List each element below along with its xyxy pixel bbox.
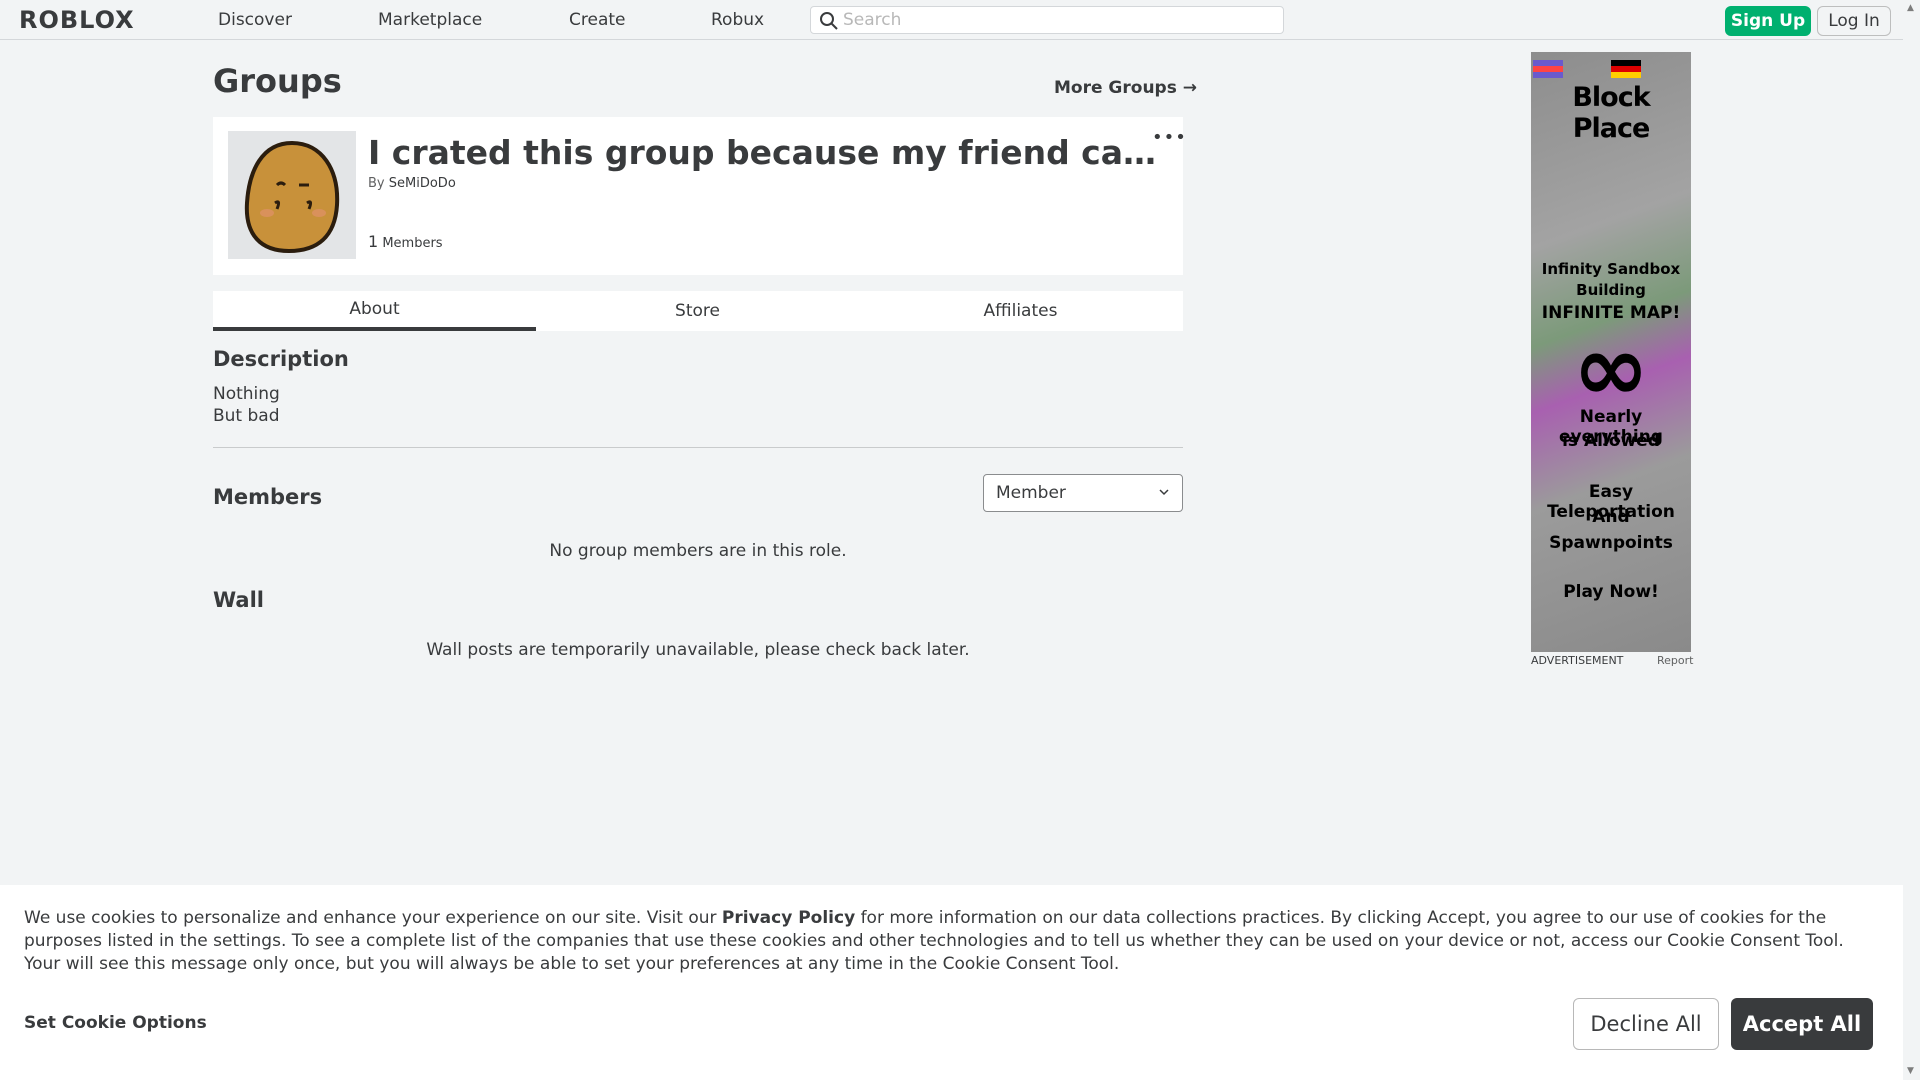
ad-line: is Allowed bbox=[1562, 431, 1660, 451]
cookie-banner: We use cookies to personalize and enhanc… bbox=[0, 885, 1903, 1080]
no-members-message: No group members are in this role. bbox=[549, 541, 847, 561]
wall-title: Wall bbox=[213, 588, 264, 612]
member-count-label: Members bbox=[382, 236, 443, 251]
page-scrollbar[interactable]: ▲ ▼ bbox=[1903, 0, 1920, 1080]
owner-link[interactable]: SeMiDoDo bbox=[389, 176, 456, 191]
ad-caption: ADVERTISEMENT bbox=[1531, 654, 1624, 667]
cookie-text-part: We use cookies to personalize and enhanc… bbox=[24, 908, 722, 928]
top-nav: ROBLOX Discover Marketplace Create Robux… bbox=[0, 0, 1920, 40]
role-selected-value: Member bbox=[996, 483, 1066, 503]
member-count-value: 1 bbox=[368, 232, 379, 251]
potato-emblem-icon bbox=[244, 140, 340, 254]
ad-line: Spawnpoints bbox=[1549, 533, 1673, 553]
members-title: Members bbox=[213, 485, 323, 509]
signup-button[interactable]: Sign Up bbox=[1725, 6, 1811, 36]
description-title: Description bbox=[213, 347, 349, 371]
ad-line: Building bbox=[1576, 281, 1646, 299]
description-line: Nothing bbox=[213, 384, 280, 404]
nav-discover[interactable]: Discover bbox=[218, 10, 292, 30]
page-title: Groups bbox=[213, 62, 342, 100]
search-box[interactable] bbox=[810, 6, 1284, 34]
group-owner: By SeMiDoDo bbox=[368, 176, 456, 191]
flag-icon bbox=[1611, 60, 1641, 78]
description-text: Nothing But bad bbox=[213, 383, 280, 427]
scroll-down-icon[interactable]: ▼ bbox=[1907, 1066, 1914, 1076]
tab-about[interactable]: About bbox=[213, 291, 536, 331]
tab-store[interactable]: Store bbox=[536, 291, 859, 331]
ad-line: Infinity Sandbox bbox=[1541, 260, 1681, 278]
nav-marketplace[interactable]: Marketplace bbox=[378, 10, 482, 30]
group-member-count: 1 Members bbox=[368, 232, 443, 251]
owner-prefix: By bbox=[368, 176, 385, 191]
nav-robux[interactable]: Robux bbox=[711, 10, 764, 30]
group-header-card: I crated this group because my friend ca… bbox=[213, 117, 1186, 275]
search-icon bbox=[820, 12, 838, 30]
tab-affiliates[interactable]: Affiliates bbox=[859, 291, 1182, 331]
more-groups-link[interactable]: More Groups → bbox=[1054, 78, 1197, 98]
login-button[interactable]: Log In bbox=[1817, 6, 1891, 36]
roblox-logo[interactable]: ROBLOX bbox=[19, 6, 135, 34]
description-line: But bad bbox=[213, 406, 280, 426]
accept-all-button[interactable]: Accept All bbox=[1731, 998, 1873, 1050]
nav-create[interactable]: Create bbox=[569, 10, 626, 30]
role-dropdown[interactable]: Member bbox=[983, 474, 1183, 512]
section-divider bbox=[213, 447, 1183, 448]
ad-line: Play Now! bbox=[1563, 582, 1659, 602]
scroll-up-icon[interactable]: ▲ bbox=[1907, 3, 1914, 13]
decline-all-button[interactable]: Decline All bbox=[1573, 998, 1719, 1050]
more-options-icon[interactable]: ••• bbox=[1152, 127, 1187, 148]
privacy-policy-link[interactable]: Privacy Policy bbox=[722, 908, 855, 928]
group-emblem bbox=[228, 131, 356, 259]
search-input[interactable] bbox=[843, 7, 1273, 33]
wall-message: Wall posts are temporarily unavailable, … bbox=[426, 640, 970, 660]
cookie-message: We use cookies to personalize and enhanc… bbox=[24, 907, 1884, 976]
group-name: I crated this group because my friend ca… bbox=[368, 133, 1158, 172]
ad-report-link[interactable]: Report bbox=[1657, 654, 1693, 667]
ad-line: And bbox=[1592, 507, 1630, 527]
flag-icon bbox=[1533, 60, 1563, 78]
ad-title: Block Place bbox=[1572, 82, 1650, 144]
advertisement-banner[interactable]: Block Place Infinity Sandbox Building IN… bbox=[1531, 52, 1691, 652]
set-cookie-options-link[interactable]: Set Cookie Options bbox=[24, 1013, 207, 1033]
group-tabs: About Store Affiliates bbox=[213, 291, 1183, 331]
chevron-down-icon bbox=[1159, 489, 1169, 496]
